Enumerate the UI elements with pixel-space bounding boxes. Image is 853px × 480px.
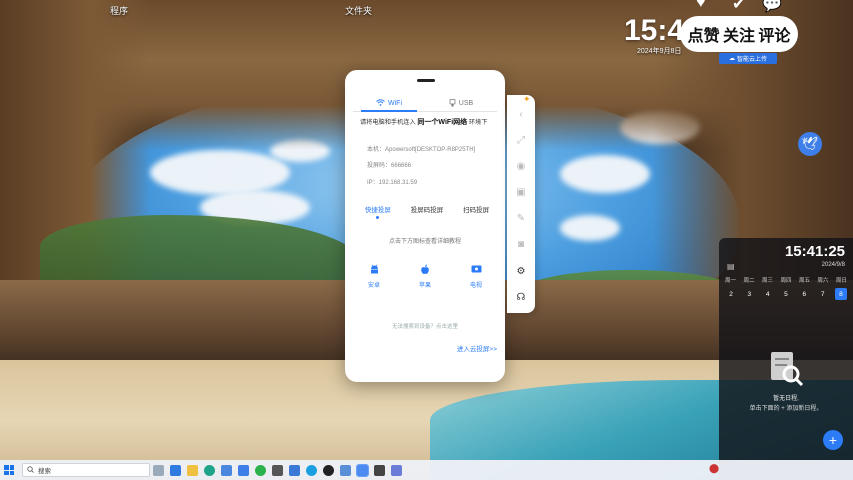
calendar-day-today[interactable]: 8 [834, 288, 847, 300]
store-app-icon[interactable] [218, 460, 235, 480]
calendar-weekdays: 周一 周二 周三 周四 周五 周六 周日 [725, 278, 847, 284]
wifi-icon [376, 99, 385, 108]
text-app-icon[interactable] [320, 460, 337, 480]
device-name-line: 本机：Apowersoft[DESKTOP-R8P25TH] [367, 147, 476, 153]
calendar-day[interactable]: 7 [817, 288, 829, 300]
chevron-left-icon[interactable]: ‹ [514, 107, 528, 121]
pen-icon[interactable]: ✎ [514, 211, 528, 225]
bird-app-icon[interactable]: 🕊 [798, 132, 822, 156]
drag-handle[interactable] [417, 79, 435, 82]
connection-tabs: WiFi USB [353, 96, 497, 112]
star-icon[interactable]: ✦ [523, 94, 535, 106]
tv-icon [469, 262, 483, 276]
windows-icon [4, 465, 14, 475]
usb-icon [449, 98, 456, 109]
cloud-icon: ☁ [728, 56, 735, 62]
tab-wifi[interactable]: WiFi [353, 96, 425, 112]
desktop-icon-label-programs[interactable]: 程序 [110, 4, 128, 17]
calendar-days: 2 3 4 5 6 7 8 [725, 288, 847, 300]
os-apple[interactable]: 苹果 [410, 262, 440, 289]
android-icon [367, 262, 381, 276]
add-schedule-button[interactable]: + [823, 430, 843, 450]
camera-icon[interactable]: ◙ [514, 237, 528, 251]
app-icon[interactable] [286, 460, 303, 480]
taskbar-search-box[interactable]: 搜索 [22, 463, 150, 477]
heart-icon[interactable]: ♥ [696, 0, 706, 12]
tab-usb-label: USB [458, 100, 474, 107]
desktop-clock-date: 2024年9月8日 [637, 48, 682, 55]
mode-quick-mirror[interactable]: 快捷投屏 [365, 204, 391, 219]
os-android[interactable]: 安卓 [359, 262, 389, 289]
follow-label[interactable]: 关注 [723, 22, 755, 46]
chat-app-icon[interactable] [388, 460, 405, 480]
calendar-day[interactable]: 6 [798, 288, 810, 300]
screen-mirror-panel: WiFi USB 请将电脑和手机连入 同一个WiFi网络 环境下 本机：Apow… [345, 70, 505, 382]
mirror-code-line: 投屏码：666666 [367, 163, 412, 169]
calendar-time: 15:41:25 [784, 243, 845, 260]
cloud-upload-label: 智能云上传 [736, 57, 767, 63]
record-icon[interactable]: ◉ [514, 159, 528, 173]
mirror-mode-tabs: 快捷投屏 投屏码投屏 扫码投屏 [355, 204, 499, 219]
calendar-widget: 15:41:25 ▤ 2024/9/8 周一 周二 周三 周四 周五 周六 周日 2 3 4… [719, 238, 853, 480]
photos-app-icon[interactable] [337, 460, 354, 480]
tab-usb[interactable]: USB [425, 96, 497, 111]
comment-label[interactable]: 评论 [758, 22, 790, 46]
calendar-day[interactable]: 5 [780, 288, 792, 300]
feishu-app-icon[interactable] [235, 460, 252, 480]
taskbar: 搜索 ⬤ [0, 460, 853, 480]
mode-code-mirror[interactable]: 投屏码投屏 [411, 204, 444, 214]
search-placeholder: 搜索 [38, 468, 51, 475]
screenshot-icon[interactable]: ▣ [514, 185, 528, 199]
apple-icon [418, 262, 432, 276]
settings-icon[interactable]: ⚙ [514, 264, 528, 278]
ip-address-line: IP：192.168.31.59 [367, 180, 418, 186]
comment-icon[interactable]: 💬 [762, 0, 782, 14]
support-icon[interactable]: ☊ [514, 290, 528, 304]
empty-schedule-title: 暂无日程, [773, 396, 799, 402]
cannot-find-device-link[interactable]: 无法搜索到设备？点击这里 [345, 322, 505, 330]
screen-mirror-app-icon[interactable] [354, 460, 371, 480]
os-tv[interactable]: 电视 [461, 262, 491, 289]
mode-scan-mirror[interactable]: 扫码投屏 [463, 204, 489, 214]
connection-instruction: 请将电脑和手机连入 同一个WiFi网络 环境下 [360, 119, 488, 126]
wechat-app-icon[interactable] [252, 460, 269, 480]
tray-notification-icon[interactable]: ⬤ [709, 463, 723, 477]
tutorial-hint: 点击下方图标查看详细教程 [388, 239, 461, 245]
task-view-icon[interactable] [150, 460, 167, 480]
calendar-day[interactable]: 4 [762, 288, 774, 300]
like-label[interactable]: 点赞 [688, 22, 720, 46]
mail-app-icon[interactable] [167, 460, 184, 480]
tab-wifi-label: WiFi [388, 100, 402, 107]
fullscreen-icon[interactable]: ⤢ [514, 133, 528, 147]
edge-browser-icon[interactable] [201, 460, 218, 480]
calendar-icon[interactable]: ▤ [727, 262, 735, 271]
check-icon[interactable]: ✔ [732, 0, 745, 14]
start-button[interactable] [0, 460, 18, 480]
cloud-upload-tag[interactable]: ☁ 智能云上传 [719, 53, 777, 64]
desktop-icon-label-folder[interactable]: 文件夹 [345, 4, 372, 17]
game-app-icon[interactable] [269, 460, 286, 480]
panel-side-toolbar: ✦ ‹ ⤢ ◉ ▣ ✎ ◙ ⚙ ☊ [507, 94, 535, 313]
social-action-pill: 点赞 关注 评论 [680, 16, 798, 52]
calendar-day[interactable]: 2 [725, 288, 737, 300]
calendar-date: 2024/9/8 [821, 262, 845, 268]
search-icon [27, 465, 34, 475]
cloud-app-icon[interactable] [303, 460, 320, 480]
empty-schedule-hint: 单击下面的 + 添加新日程。 [749, 406, 823, 412]
social-icons-row: ♥ ✔ 💬 [690, 0, 800, 14]
os-tutorial-row: 安卓 苹果 电视 [359, 262, 491, 289]
media-app-icon[interactable] [371, 460, 388, 480]
file-explorer-icon[interactable] [184, 460, 201, 480]
desktop-clock-time: 15:4 [624, 14, 685, 47]
calendar-day[interactable]: 3 [743, 288, 755, 300]
empty-schedule-icon [765, 348, 805, 388]
cloud-mirror-link[interactable]: 进入云投屏>> [457, 343, 497, 353]
